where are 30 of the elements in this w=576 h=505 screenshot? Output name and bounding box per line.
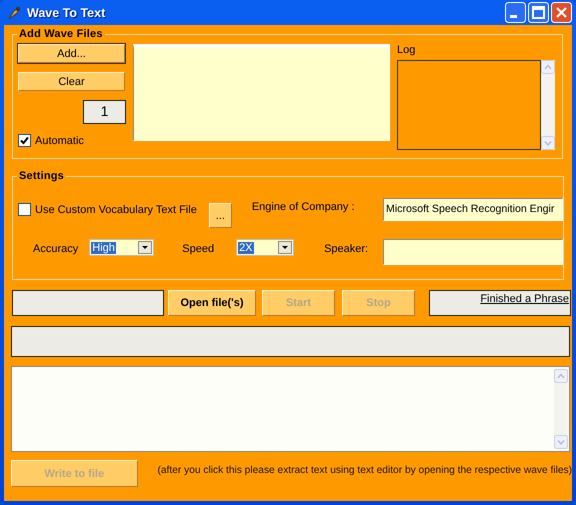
close-icon[interactable]	[551, 2, 572, 23]
accuracy-dropdown[interactable]: High	[89, 239, 154, 256]
engine-field[interactable]: Microsoft Speech Recognition Engir	[383, 198, 563, 221]
speed-dropdown[interactable]: 2X	[236, 239, 294, 256]
clear-button[interactable]: Clear	[18, 72, 125, 91]
checkbox[interactable]	[18, 134, 31, 147]
minimize-icon[interactable]	[505, 2, 526, 23]
add-button[interactable]: Add...	[18, 44, 125, 63]
group-title: Add Wave Files	[18, 28, 104, 40]
maximize-icon[interactable]	[528, 2, 549, 23]
file-count: 1	[83, 100, 126, 124]
open-files-button[interactable]: Open file('s)	[168, 290, 256, 316]
app-icon	[6, 4, 22, 20]
selected-value: 2X	[238, 242, 254, 254]
instruction-note: (after you click this please extract text using text editor by opening the respective wave files)	[158, 465, 572, 476]
speaker-label: Speaker:	[324, 243, 368, 255]
checkbox-label: Automatic	[35, 134, 84, 146]
window-title: Wave To Text	[27, 6, 106, 20]
speaker-field[interactable]	[383, 239, 564, 265]
checkbox-label: Use Custom Vocabulary Text File	[35, 204, 197, 216]
selected-value: High	[91, 242, 116, 254]
checkbox[interactable]	[18, 203, 31, 216]
log-label: Log	[397, 44, 416, 56]
group-title: Settings	[18, 170, 65, 182]
accuracy-label: Accuracy	[33, 243, 78, 255]
finished-phrase-link[interactable]: Finished a Phrase	[480, 293, 569, 305]
output-text-area[interactable]	[11, 366, 570, 452]
speed-label: Speed	[182, 243, 214, 255]
browse-button[interactable]: ...	[208, 203, 232, 228]
engine-label: Engine of Company :	[252, 201, 355, 213]
